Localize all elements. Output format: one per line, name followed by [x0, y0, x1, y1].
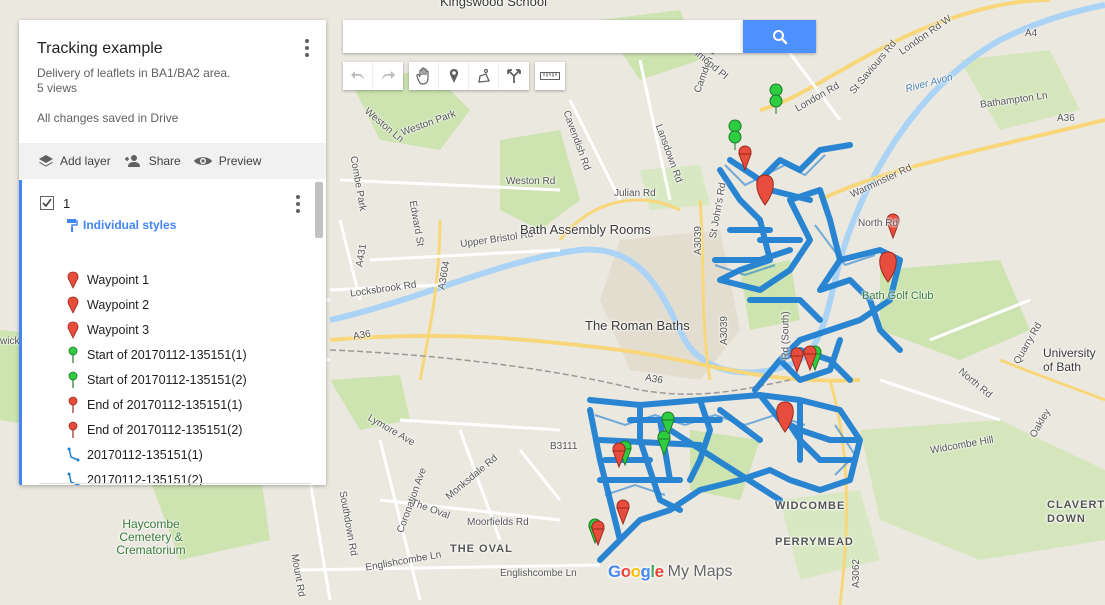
- map-label-university[interactable]: University of Bath: [1043, 346, 1103, 374]
- search-icon: [772, 29, 787, 44]
- my-maps-wordmark: My Maps: [667, 563, 733, 580]
- map-label-roman-baths[interactable]: The Roman Baths: [585, 318, 690, 333]
- individual-styles-label: Individual styles: [83, 218, 177, 232]
- layer-item-label: Start of 20170112-135151(1): [87, 348, 247, 362]
- add-layer-label: Add layer: [60, 154, 111, 168]
- map-label-north-rd: North Rd: [858, 218, 899, 229]
- redo-button[interactable]: [373, 62, 403, 90]
- eye-icon: [193, 157, 212, 165]
- panel-scrollbar[interactable]: [315, 182, 323, 238]
- layer-item-waypoint-1[interactable]: Waypoint 1: [66, 270, 149, 290]
- map-details-panel: Tracking example Delivery of leaflets in…: [19, 20, 326, 485]
- line-path-icon: [66, 446, 80, 464]
- red-pin-icon: [66, 396, 80, 414]
- hand-icon: [415, 67, 429, 85]
- layer-item-line-1[interactable]: 20170112-135151(1): [66, 445, 203, 465]
- add-layer-button[interactable]: Add layer: [38, 154, 111, 168]
- map-toolbar: [343, 62, 565, 90]
- map-label-b3111: B3111: [550, 441, 578, 452]
- paint-roller-icon: [67, 219, 78, 232]
- layer-item-waypoint-3[interactable]: Waypoint 3: [66, 320, 149, 340]
- individual-styles-button[interactable]: Individual styles: [66, 218, 176, 232]
- google-wordmark: Google: [608, 562, 664, 581]
- map-title[interactable]: Tracking example: [37, 40, 163, 58]
- layer-item-start-1[interactable]: Start of 20170112-135151(1): [66, 345, 247, 365]
- layer-name[interactable]: 1: [63, 196, 70, 211]
- draw-line-button[interactable]: [469, 62, 499, 90]
- edit-tools: [409, 62, 529, 90]
- layer-item-end-1[interactable]: End of 20170112-135151(1): [66, 395, 242, 415]
- map-label-julian: Julian Rd: [614, 188, 656, 199]
- redo-icon: [382, 71, 395, 80]
- google-my-maps-logo: Google My Maps: [608, 562, 733, 582]
- map-label-englishcombe-2: Englishcombe Ln: [500, 568, 577, 579]
- divider: [39, 483, 311, 484]
- add-marker-button[interactable]: [439, 62, 469, 90]
- map-label-kingswood: Kingswood School: [440, 0, 547, 9]
- search-button[interactable]: [743, 20, 816, 53]
- measure-button[interactable]: [535, 62, 565, 90]
- search-input[interactable]: [343, 20, 743, 53]
- map-label-a3039-b: A3039: [718, 316, 730, 345]
- directions-icon: [507, 69, 521, 83]
- layer-item-waypoint-2[interactable]: Waypoint 2: [66, 295, 149, 315]
- map-label-a4: A4: [1025, 28, 1038, 39]
- add-person-icon: [124, 155, 140, 167]
- map-views-count: 5 views: [37, 81, 78, 95]
- map-label-claverton: CLAVERTON DOWN: [1047, 499, 1105, 525]
- map-options-menu-icon[interactable]: [300, 38, 314, 58]
- layer-item-label: Waypoint 3: [87, 323, 150, 337]
- add-directions-button[interactable]: [499, 62, 529, 90]
- layers-icon: [39, 155, 53, 167]
- layer-item-start-2[interactable]: Start of 20170112-135151(2): [66, 370, 247, 390]
- history-tools: [343, 62, 403, 90]
- layer-section: 1 Individual styles Waypoint 1 Waypoint …: [19, 180, 315, 485]
- select-items-button[interactable]: [409, 62, 439, 90]
- layer-visibility-checkbox[interactable]: [40, 196, 54, 210]
- layer-item-label: End of 20170112-135151(1): [87, 398, 243, 412]
- layer-item-label: Waypoint 1: [87, 273, 150, 287]
- red-marker-icon: [66, 271, 80, 289]
- preview-button[interactable]: Preview: [193, 154, 262, 168]
- share-button[interactable]: Share: [123, 154, 181, 168]
- marker-icon: [449, 69, 458, 83]
- map-label-assembly-rooms[interactable]: Bath Assembly Rooms: [520, 222, 651, 237]
- map-label-rd-south: Rd (South): [780, 311, 792, 360]
- panel-actions: Add layer Share Preview: [19, 143, 326, 179]
- map-label-haycombe[interactable]: Haycombe Cemetery & Crematorium: [96, 518, 206, 557]
- map-label-moorfields: Moorfields Rd: [467, 517, 529, 528]
- map-description[interactable]: Delivery of leaflets in BA1/BA2 area.: [37, 66, 230, 80]
- map-label-weston-rd: Weston Rd: [506, 176, 556, 187]
- map-label-widcombe: WIDCOMBE: [775, 500, 846, 512]
- map-label-bath-golf[interactable]: Bath Golf Club: [862, 290, 934, 302]
- preview-label: Preview: [218, 154, 262, 168]
- undo-icon: [350, 71, 364, 80]
- map-label-wick: wick: [0, 336, 20, 347]
- draw-line-icon: [477, 68, 490, 83]
- layer-item-label: 20170112-135151(1): [87, 448, 203, 462]
- map-label-perrymead: PERRYMEAD: [775, 536, 854, 548]
- green-pin-icon: [66, 346, 80, 364]
- layer-item-label: Waypoint 2: [87, 298, 150, 312]
- layer-item-end-2[interactable]: End of 20170112-135151(2): [66, 420, 242, 440]
- red-marker-icon: [66, 321, 80, 339]
- layer-options-menu-icon[interactable]: [291, 194, 305, 214]
- map-label-the-oval: THE OVAL: [450, 543, 513, 555]
- share-label: Share: [148, 154, 181, 168]
- map-label-a3062: A3062: [850, 559, 862, 588]
- layer-item-label: End of 20170112-135151(2): [87, 423, 243, 437]
- green-pin-icon: [66, 371, 80, 389]
- ruler-icon: [540, 72, 560, 80]
- red-marker-icon: [66, 296, 80, 314]
- map-label-a3039: A3039: [692, 226, 704, 255]
- layer-item-label: Start of 20170112-135151(2): [87, 373, 247, 387]
- map-label-a36-east: A36: [1057, 113, 1075, 124]
- undo-button[interactable]: [343, 62, 373, 90]
- red-pin-icon: [66, 421, 80, 439]
- save-status: All changes saved in Drive: [37, 111, 179, 125]
